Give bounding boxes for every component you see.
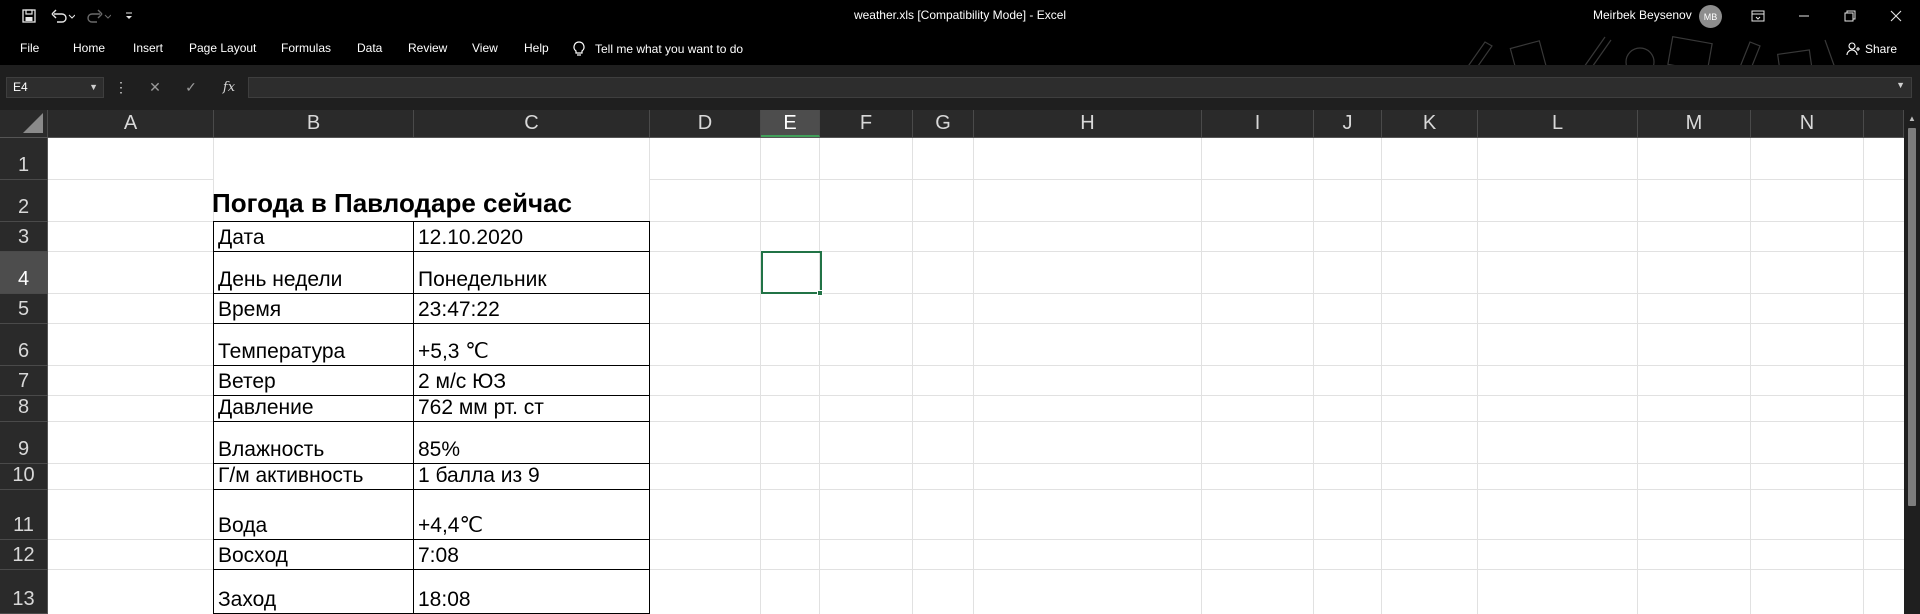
column-header-g[interactable]: G: [913, 110, 974, 137]
formula-bar: E4 ▼ ⋮ ✕ ✓ fx ▼: [0, 65, 1920, 110]
cell-c3-value[interactable]: 12.10.2020: [414, 222, 649, 251]
column-header-f[interactable]: F: [820, 110, 913, 137]
cell-c5-value[interactable]: 23:47:22: [414, 294, 649, 323]
cell-b13-label[interactable]: Заход: [214, 570, 413, 613]
worksheet-grid[interactable]: Погода в Павлодаре сейчас Дата День неде…: [48, 138, 1904, 614]
cell-b6-label[interactable]: Температура: [214, 324, 413, 365]
save-icon[interactable]: [18, 0, 40, 32]
name-box[interactable]: E4 ▼: [6, 77, 104, 98]
row-header-5[interactable]: 5: [0, 294, 47, 324]
cell-b5-label[interactable]: Время: [214, 294, 413, 323]
cell-c6-value[interactable]: +5,3 ℃: [414, 324, 649, 365]
active-cell-e4[interactable]: [761, 251, 822, 294]
column-header-a[interactable]: A: [48, 110, 214, 137]
tab-help[interactable]: Help: [524, 32, 549, 65]
column-header-c[interactable]: C: [414, 110, 650, 137]
name-box-value: E4: [13, 80, 28, 94]
more-options-icon[interactable]: ⋮: [114, 77, 128, 98]
avatar[interactable]: MB: [1699, 5, 1722, 28]
formula-input[interactable]: ▼: [248, 77, 1912, 98]
cell-b7-label[interactable]: Ветер: [214, 366, 413, 395]
column-header-d[interactable]: D: [650, 110, 761, 137]
tab-formulas[interactable]: Formulas: [281, 32, 331, 65]
chevron-down-icon[interactable]: ▼: [89, 78, 98, 97]
row-header-6[interactable]: 6: [0, 324, 47, 366]
tab-page-layout[interactable]: Page Layout: [189, 32, 256, 65]
cell-c4-value[interactable]: Понедельник: [414, 252, 649, 293]
tab-data[interactable]: Data: [357, 32, 382, 65]
column-header-b[interactable]: B: [214, 110, 414, 137]
row-header-2[interactable]: 2: [0, 180, 47, 222]
customize-qat-icon[interactable]: [122, 0, 136, 32]
scrollbar-thumb[interactable]: [1908, 128, 1916, 506]
tell-me-label: Tell me what you want to do: [595, 41, 744, 56]
select-all-button[interactable]: [0, 110, 48, 137]
cell-b9-label[interactable]: Влажность: [214, 422, 413, 463]
document-title: weather.xls [Compatibility Mode] - Excel: [853, 8, 1067, 22]
enter-check-icon[interactable]: ✓: [180, 77, 202, 98]
column-header-m[interactable]: M: [1638, 110, 1751, 137]
cell-b12-label[interactable]: Восход: [214, 540, 413, 569]
row-header-12[interactable]: 12: [0, 540, 47, 570]
minimize-icon[interactable]: [1781, 0, 1827, 32]
tab-review[interactable]: Review: [408, 32, 447, 65]
share-button[interactable]: Share: [1846, 32, 1897, 65]
expand-formula-bar-icon[interactable]: ▼: [1896, 80, 1905, 90]
row-header-9[interactable]: 9: [0, 422, 47, 464]
vertical-scrollbar[interactable]: ▲: [1904, 110, 1920, 614]
cell-c11-value[interactable]: +4,4℃: [414, 490, 649, 539]
ribbon-tabs: File Home Insert Page Layout Formulas Da…: [0, 32, 1920, 97]
share-person-icon: [1846, 41, 1860, 55]
row-header-7[interactable]: 7: [0, 366, 47, 396]
insert-function-icon[interactable]: fx: [218, 77, 240, 98]
row-header-8[interactable]: 8: [0, 396, 47, 422]
restore-icon[interactable]: [1827, 0, 1873, 32]
column-header-j[interactable]: J: [1314, 110, 1382, 137]
cell-c7-value[interactable]: 2 м/с ЮЗ: [414, 366, 649, 395]
column-header-i[interactable]: I: [1202, 110, 1314, 137]
cell-b10-label[interactable]: Г/м активность: [214, 464, 413, 489]
row-header-10[interactable]: 10: [0, 464, 47, 490]
undo-icon[interactable]: [48, 0, 78, 32]
share-label: Share: [1865, 41, 1898, 56]
row-header-13[interactable]: 13: [0, 570, 47, 614]
column-header-e[interactable]: E: [761, 110, 820, 137]
row-header-11[interactable]: 11: [0, 490, 47, 540]
cell-c9-value[interactable]: 85%: [414, 422, 649, 463]
cell-b11-label[interactable]: Вода: [214, 490, 413, 539]
title-bar: weather.xls [Compatibility Mode] - Excel…: [0, 0, 1920, 32]
column-header-h[interactable]: H: [974, 110, 1202, 137]
cell-c12-value[interactable]: 7:08: [414, 540, 649, 569]
ribbon-display-options-icon[interactable]: [1735, 0, 1781, 32]
user-name[interactable]: Meirbek Beysenov: [1593, 8, 1692, 22]
column-header-n[interactable]: N: [1751, 110, 1864, 137]
row-header-4[interactable]: 4: [0, 252, 47, 294]
tab-insert[interactable]: Insert: [133, 32, 163, 65]
row-header-3[interactable]: 3: [0, 222, 47, 252]
cell-c13-value[interactable]: 18:08: [414, 570, 649, 613]
cell-b4-label[interactable]: День недели: [214, 252, 413, 293]
close-icon[interactable]: [1873, 0, 1919, 32]
cell-c8-value[interactable]: 762 мм рт. ст: [414, 396, 649, 421]
cancel-icon[interactable]: ✕: [144, 77, 166, 98]
cell-c10-value[interactable]: 1 балла из 9: [414, 464, 649, 489]
row-headers: 1 2 3 4 5 6 7 8 9 10 11 12 13: [0, 138, 48, 614]
cell-b3-label[interactable]: Дата: [214, 222, 413, 251]
column-header-k[interactable]: K: [1382, 110, 1478, 137]
select-all-triangle-icon: [23, 113, 43, 133]
cell-b8-label[interactable]: Давление: [214, 396, 413, 421]
tab-view[interactable]: View: [472, 32, 498, 65]
tab-home[interactable]: Home: [73, 32, 105, 65]
fill-handle[interactable]: [817, 290, 823, 296]
row-header-1[interactable]: 1: [0, 138, 47, 180]
table-title: Погода в Павлодаре сейчас: [212, 188, 572, 218]
scroll-up-arrow-icon[interactable]: ▲: [1904, 110, 1920, 126]
redo-icon[interactable]: [84, 0, 114, 32]
column-header-o-partial[interactable]: [1864, 110, 1904, 137]
tab-file[interactable]: File: [20, 32, 39, 65]
column-headers: A B C D E F G H I J K L M N: [0, 110, 1920, 138]
lightbulb-icon: [573, 40, 585, 56]
tell-me-search[interactable]: Tell me what you want to do: [572, 32, 743, 65]
column-header-l[interactable]: L: [1478, 110, 1638, 137]
